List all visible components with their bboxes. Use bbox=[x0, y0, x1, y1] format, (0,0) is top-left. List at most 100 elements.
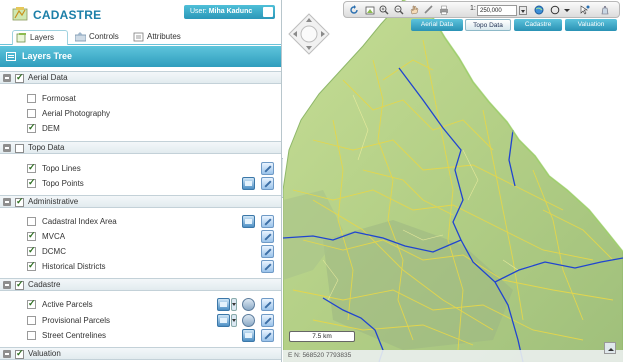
map-tab-aerial-data[interactable]: Aerial Data bbox=[411, 19, 463, 31]
zoom-out-icon[interactable] bbox=[394, 5, 404, 15]
layer-provisional-parcels: Provisional Parcels bbox=[0, 314, 278, 328]
group-aerial-data[interactable]: Aerial Data bbox=[0, 71, 281, 84]
user-settings-icon[interactable] bbox=[263, 7, 273, 17]
layer-label: Formosat bbox=[42, 94, 76, 103]
layer-label: Historical Districts bbox=[42, 262, 106, 271]
panel-tabs: Layers Controls Attributes bbox=[0, 27, 281, 45]
layer-info-icon[interactable] bbox=[242, 314, 255, 327]
clear-icon[interactable] bbox=[600, 5, 610, 15]
group-checkbox[interactable] bbox=[15, 196, 24, 207]
map-scale-bar: 7.5 km bbox=[289, 331, 355, 342]
layer-street-centrelines: Street Centrelines bbox=[0, 329, 278, 343]
map-tab-valuation[interactable]: Valuation bbox=[565, 19, 617, 31]
group-cadastre[interactable]: Cadastre bbox=[0, 278, 281, 291]
scale-input[interactable]: 250,000 bbox=[477, 5, 517, 16]
measure-icon[interactable] bbox=[424, 5, 434, 15]
group-label: Administrative bbox=[28, 197, 79, 206]
cadastre-logo-icon bbox=[12, 7, 28, 21]
group-checkbox[interactable] bbox=[15, 72, 24, 83]
layer-edit-icon[interactable] bbox=[261, 245, 274, 258]
layer-legend-icon[interactable] bbox=[242, 177, 255, 190]
layers-tree-title: Layers Tree bbox=[22, 51, 73, 61]
select-dropdown-icon[interactable] bbox=[563, 5, 571, 15]
user-badge[interactable]: User: Miha Kadunc bbox=[184, 5, 275, 19]
layer-legend-icon[interactable] bbox=[217, 298, 230, 311]
layer-label: DEM bbox=[42, 124, 60, 133]
map-view[interactable] bbox=[283, 0, 623, 362]
group-checkbox[interactable] bbox=[15, 279, 24, 290]
pan-hand-icon[interactable] bbox=[409, 5, 419, 15]
group-topo-data[interactable]: Topo Data bbox=[0, 141, 281, 154]
layer-checkbox[interactable] bbox=[27, 260, 36, 271]
tab-attributes[interactable]: Attributes bbox=[130, 30, 200, 45]
zoom-extent-icon[interactable] bbox=[365, 5, 375, 15]
layer-checkbox[interactable] bbox=[27, 109, 36, 118]
layer-checkbox[interactable] bbox=[27, 316, 36, 325]
legend-dropdown-icon[interactable] bbox=[231, 314, 237, 327]
layer-cadastral-index-area: Cadastral Index Area bbox=[0, 215, 278, 229]
layer-edit-icon[interactable] bbox=[261, 230, 274, 243]
layer-checkbox[interactable] bbox=[27, 162, 36, 173]
zoom-in-icon[interactable] bbox=[379, 5, 389, 15]
group-administrative[interactable]: Administrative bbox=[0, 195, 281, 208]
group-label: Valuation bbox=[28, 349, 61, 358]
layer-label: Active Parcels bbox=[42, 300, 93, 309]
layer-label: Provisional Parcels bbox=[42, 316, 111, 325]
layer-edit-icon[interactable] bbox=[261, 215, 274, 228]
print-icon[interactable] bbox=[439, 5, 449, 15]
layer-checkbox[interactable] bbox=[27, 298, 36, 309]
layer-dcmc: DCMC bbox=[0, 245, 278, 259]
collapse-icon[interactable] bbox=[3, 144, 11, 152]
info-pointer-icon[interactable] bbox=[580, 5, 590, 15]
layer-checkbox[interactable] bbox=[27, 230, 36, 241]
collapse-icon[interactable] bbox=[3, 281, 11, 289]
layer-topo-lines: Topo Lines bbox=[0, 162, 278, 176]
layer-edit-icon[interactable] bbox=[261, 298, 274, 311]
layer-topo-points: Topo Points bbox=[0, 177, 278, 191]
layer-checkbox[interactable] bbox=[27, 94, 36, 103]
expand-overview-icon[interactable] bbox=[604, 342, 616, 354]
app-title: CADASTRE bbox=[33, 8, 102, 22]
tab-layers[interactable]: Layers bbox=[12, 30, 68, 45]
layer-mvca: MVCA bbox=[0, 230, 278, 244]
globe-icon[interactable] bbox=[534, 5, 544, 15]
collapse-icon[interactable] bbox=[3, 198, 11, 206]
collapse-icon[interactable] bbox=[3, 350, 11, 358]
map-canvas[interactable] bbox=[283, 0, 623, 362]
layer-edit-icon[interactable] bbox=[261, 314, 274, 327]
layer-legend-icon[interactable] bbox=[242, 329, 255, 342]
refresh-icon[interactable] bbox=[349, 5, 359, 15]
layer-label: Aerial Photography bbox=[42, 109, 111, 118]
layer-edit-icon[interactable] bbox=[261, 329, 274, 342]
group-checkbox[interactable] bbox=[15, 144, 24, 153]
collapse-icon[interactable] bbox=[3, 74, 11, 82]
select-circle-icon[interactable] bbox=[550, 5, 560, 15]
layer-edit-icon[interactable] bbox=[261, 162, 274, 175]
layer-legend-icon[interactable] bbox=[242, 215, 255, 228]
tab-controls-label: Controls bbox=[89, 32, 119, 41]
group-valuation[interactable]: Valuation bbox=[0, 347, 281, 360]
layer-checkbox[interactable] bbox=[27, 331, 36, 340]
layer-label: Topo Lines bbox=[42, 164, 81, 173]
layer-checkbox[interactable] bbox=[27, 122, 36, 133]
layer-label: DCMC bbox=[42, 247, 66, 256]
tab-layers-label: Layers bbox=[30, 33, 55, 42]
group-label: Cadastre bbox=[28, 280, 61, 289]
legend-dropdown-icon[interactable] bbox=[231, 298, 237, 311]
map-toolbar: 1: 250,000 bbox=[343, 1, 620, 18]
map-tab-topo-data[interactable]: Topo Data bbox=[465, 19, 511, 31]
group-checkbox[interactable] bbox=[15, 348, 24, 359]
layer-edit-icon[interactable] bbox=[261, 260, 274, 273]
scale-dropdown-icon[interactable] bbox=[519, 6, 527, 15]
pan-control[interactable] bbox=[288, 13, 330, 55]
layer-historical-districts: Historical Districts bbox=[0, 260, 278, 274]
layer-checkbox[interactable] bbox=[27, 245, 36, 256]
layer-checkbox[interactable] bbox=[27, 177, 36, 188]
layer-checkbox[interactable] bbox=[27, 217, 36, 226]
layer-edit-icon[interactable] bbox=[261, 177, 274, 190]
map-tab-cadastre[interactable]: Cadastre bbox=[514, 19, 562, 31]
tab-attributes-label: Attributes bbox=[147, 32, 181, 41]
layer-info-icon[interactable] bbox=[242, 298, 255, 311]
coordinates-readout: E N: 568520 7793835 bbox=[283, 350, 623, 362]
layer-legend-icon[interactable] bbox=[217, 314, 230, 327]
